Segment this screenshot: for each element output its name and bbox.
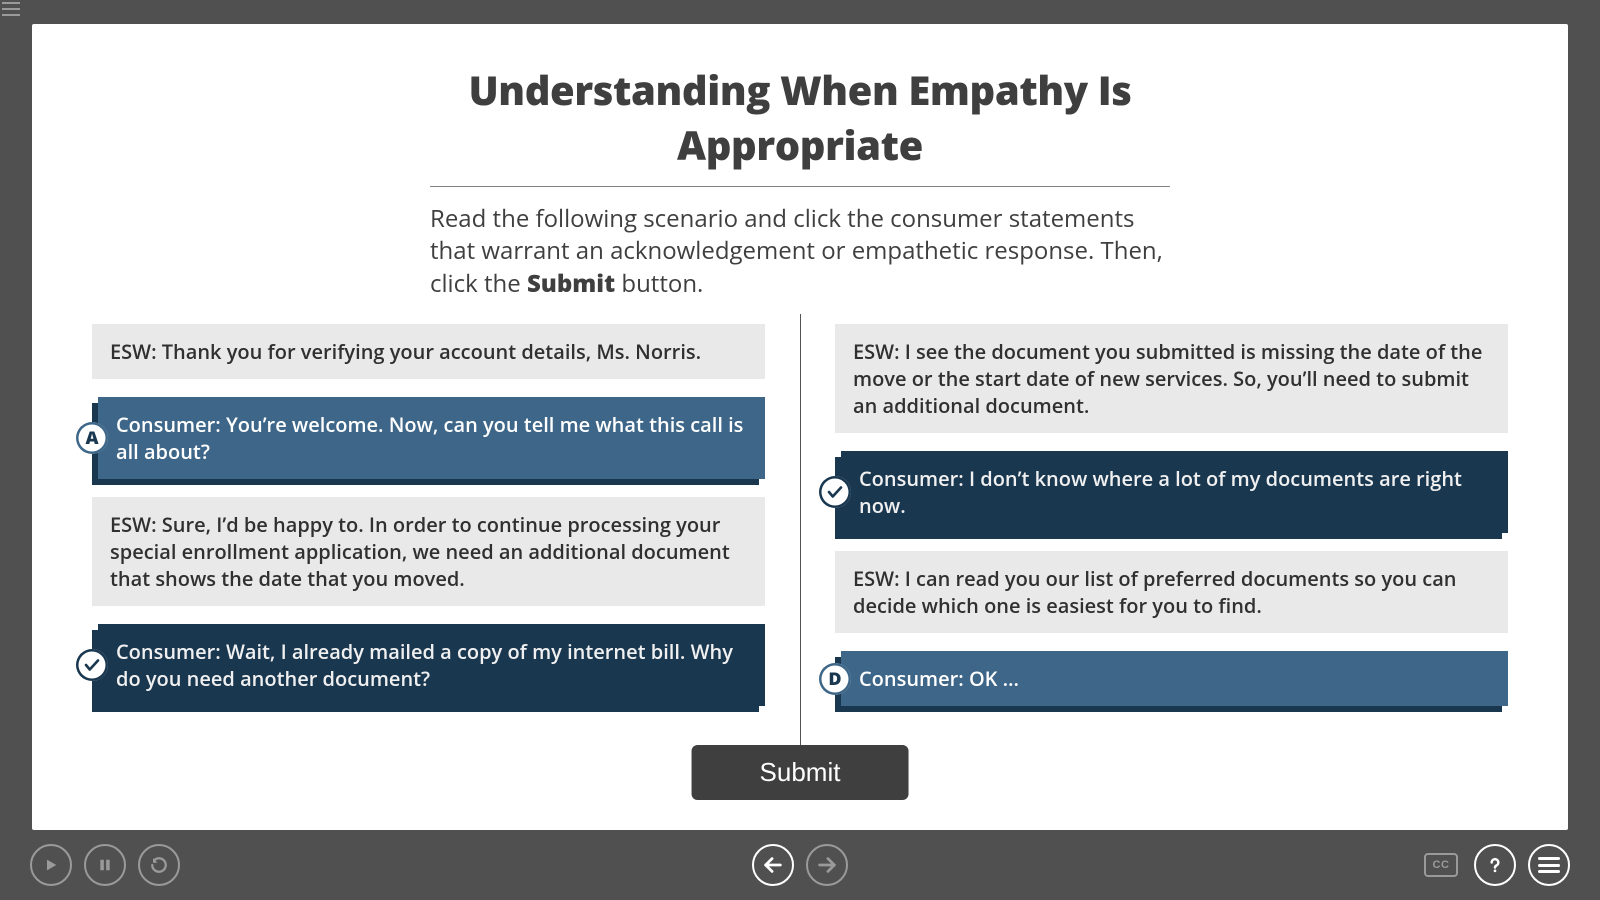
instructions-post: button. [615,267,703,300]
submit-button[interactable]: Submit [692,745,909,800]
restart-button[interactable] [138,844,180,886]
column-right: ESW: I see the document you submitted is… [835,324,1508,706]
menu-icon [1538,857,1560,873]
option-badge-check-icon [819,476,851,508]
arrow-right-icon [816,854,838,876]
page-title: Understanding When Empathy Is Appropriat… [430,62,1170,172]
slide-canvas: Understanding When Empathy Is Appropriat… [32,24,1568,830]
option-badge-check-icon [76,649,108,681]
player-footer: CC [0,830,1600,900]
esw-message: ESW: I can read you our list of preferre… [835,551,1508,633]
menu-button[interactable] [1528,844,1570,886]
help-button[interactable] [1474,844,1516,886]
next-button[interactable] [806,844,848,886]
consumer-option-b[interactable]: Consumer: Wait, I already mailed a copy … [98,624,765,706]
outline-toggle-icon[interactable] [2,2,20,16]
title-rule [430,186,1170,187]
cc-icon: CC [1424,853,1458,877]
column-divider [800,314,801,784]
column-left: ESW: Thank you for verifying your accoun… [92,324,765,706]
consumer-text: Consumer: I don’t know where a lot of my… [859,465,1462,519]
consumer-text: Consumer: You’re welcome. Now, can you t… [116,411,743,465]
option-badge-d: D [819,663,851,695]
esw-message: ESW: Sure, I’d be happy to. In order to … [92,497,765,606]
consumer-text: Consumer: OK … [859,665,1019,692]
arrow-left-icon [762,854,784,876]
prev-button[interactable] [752,844,794,886]
help-icon [1485,855,1505,875]
esw-message: ESW: I see the document you submitted is… [835,324,1508,433]
consumer-option-c[interactable]: Consumer: I don’t know where a lot of my… [841,451,1508,533]
restart-icon [150,856,168,874]
consumer-text: Consumer: Wait, I already mailed a copy … [116,638,733,692]
option-badge-a: A [76,422,108,454]
consumer-option-d[interactable]: D Consumer: OK … [841,651,1508,706]
consumer-option-a[interactable]: A Consumer: You’re welcome. Now, can you… [98,397,765,479]
pause-icon [98,857,112,873]
captions-button[interactable]: CC [1420,844,1462,886]
instructions: Read the following scenario and click th… [430,203,1170,300]
play-button[interactable] [30,844,72,886]
pause-button[interactable] [84,844,126,886]
esw-message: ESW: Thank you for verifying your accoun… [92,324,765,379]
instructions-bold: Submit [527,267,615,300]
play-icon [43,857,59,873]
